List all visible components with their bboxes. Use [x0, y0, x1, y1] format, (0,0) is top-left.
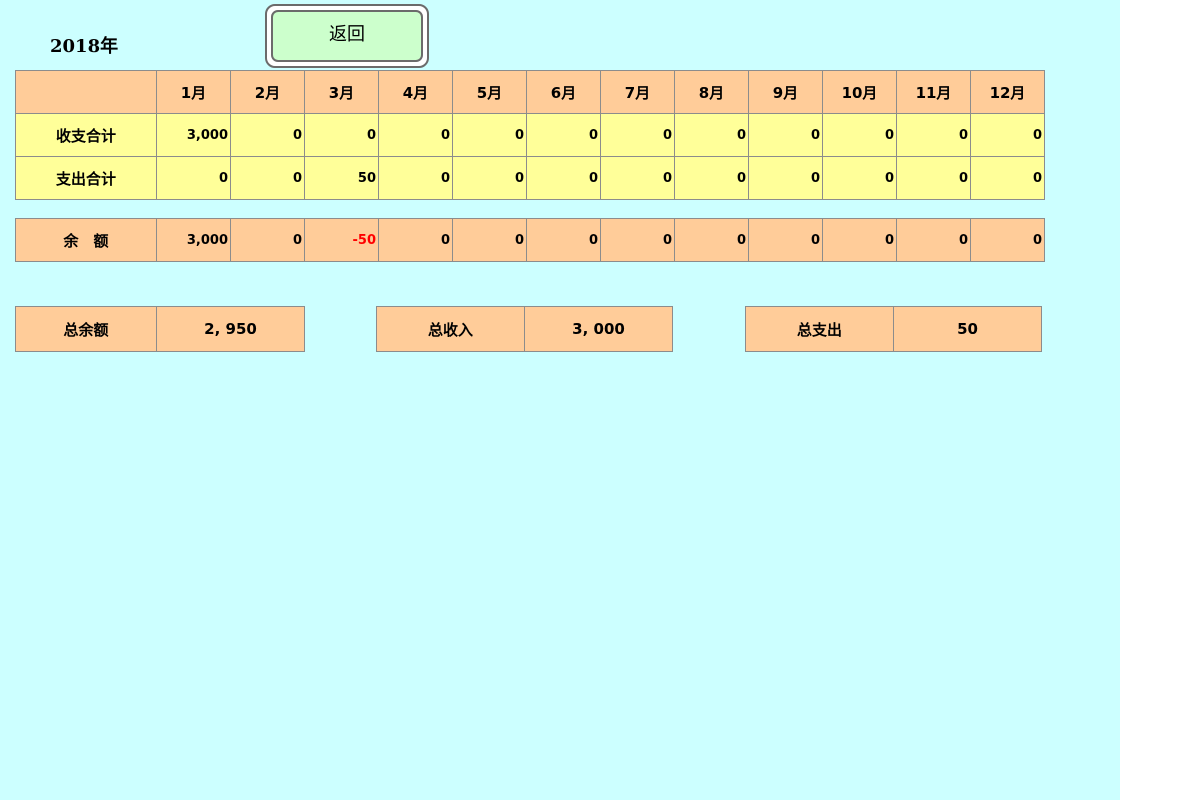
balance-cell[interactable]: 0 — [600, 218, 675, 262]
total-expense-label: 总支出 — [745, 306, 894, 352]
year-title: 2018年 — [50, 36, 119, 57]
expense-total-cell[interactable]: 50 — [304, 156, 379, 200]
total-balance-box: 总余额 2, 950 — [15, 306, 305, 352]
header-corner-cell — [15, 70, 157, 114]
worksheet-canvas: 2018年 返回 1月 2月 3月 4月 5月 6月 7月 8月 9月 10月 … — [0, 0, 1120, 800]
income-total-cell[interactable]: 0 — [526, 113, 601, 157]
month-header: 11月 — [896, 70, 971, 114]
expense-total-cell[interactable]: 0 — [822, 156, 897, 200]
month-header: 2月 — [230, 70, 305, 114]
balance-cell[interactable]: 0 — [896, 218, 971, 262]
income-total-cell[interactable]: 0 — [674, 113, 749, 157]
month-header: 10月 — [822, 70, 897, 114]
balance-cell-negative[interactable]: -50 — [304, 218, 379, 262]
row-label-balance: 余 额 — [15, 218, 157, 262]
month-header: 9月 — [748, 70, 823, 114]
total-balance-label: 总余额 — [15, 306, 157, 352]
income-total-cell[interactable]: 3,000 — [156, 113, 231, 157]
expense-total-cell[interactable]: 0 — [156, 156, 231, 200]
month-header: 3月 — [304, 70, 379, 114]
expense-total-cell[interactable]: 0 — [230, 156, 305, 200]
income-total-cell[interactable]: 0 — [896, 113, 971, 157]
expense-total-cell[interactable]: 0 — [600, 156, 675, 200]
total-expense-box: 总支出 50 — [745, 306, 1042, 352]
month-header: 7月 — [600, 70, 675, 114]
total-income-label: 总收入 — [376, 306, 525, 352]
month-header: 12月 — [970, 70, 1045, 114]
month-header: 1月 — [156, 70, 231, 114]
balance-row: 余 额 3,000 0 -50 0 0 0 0 0 0 0 0 0 — [15, 218, 1045, 262]
income-total-cell[interactable]: 0 — [452, 113, 527, 157]
expense-total-cell[interactable]: 0 — [452, 156, 527, 200]
total-income-box: 总收入 3, 000 — [376, 306, 673, 352]
expense-total-cell[interactable]: 0 — [526, 156, 601, 200]
expense-total-cell[interactable]: 0 — [896, 156, 971, 200]
expense-total-row: 支出合计 0 0 50 0 0 0 0 0 0 0 0 0 — [15, 156, 1045, 200]
balance-cell[interactable]: 0 — [452, 218, 527, 262]
income-total-cell[interactable]: 0 — [822, 113, 897, 157]
balance-cell[interactable]: 0 — [970, 218, 1045, 262]
total-expense-value[interactable]: 50 — [893, 306, 1042, 352]
income-total-cell[interactable]: 0 — [600, 113, 675, 157]
back-button[interactable]: 返回 — [265, 4, 429, 68]
row-label-income-total: 收支合计 — [15, 113, 157, 157]
expense-total-cell[interactable]: 0 — [970, 156, 1045, 200]
balance-cell[interactable]: 0 — [748, 218, 823, 262]
back-button-label: 返回 — [271, 10, 423, 62]
monthly-summary-table: 1月 2月 3月 4月 5月 6月 7月 8月 9月 10月 11月 12月 收… — [15, 70, 1045, 200]
balance-cell[interactable]: 0 — [822, 218, 897, 262]
balance-cell[interactable]: 0 — [674, 218, 749, 262]
month-header: 8月 — [674, 70, 749, 114]
total-balance-value[interactable]: 2, 950 — [156, 306, 305, 352]
expense-total-cell[interactable]: 0 — [378, 156, 453, 200]
row-label-expense-total: 支出合计 — [15, 156, 157, 200]
month-header: 4月 — [378, 70, 453, 114]
income-total-cell[interactable]: 0 — [304, 113, 379, 157]
income-total-cell[interactable]: 0 — [230, 113, 305, 157]
balance-cell[interactable]: 0 — [230, 218, 305, 262]
income-total-cell[interactable]: 0 — [970, 113, 1045, 157]
month-header: 6月 — [526, 70, 601, 114]
expense-total-cell[interactable]: 0 — [674, 156, 749, 200]
balance-cell[interactable]: 0 — [526, 218, 601, 262]
expense-total-cell[interactable]: 0 — [748, 156, 823, 200]
month-header: 5月 — [452, 70, 527, 114]
total-income-value[interactable]: 3, 000 — [524, 306, 673, 352]
income-total-cell[interactable]: 0 — [748, 113, 823, 157]
month-header-row: 1月 2月 3月 4月 5月 6月 7月 8月 9月 10月 11月 12月 — [15, 70, 1045, 114]
balance-cell[interactable]: 3,000 — [156, 218, 231, 262]
balance-cell[interactable]: 0 — [378, 218, 453, 262]
monthly-balance-table: 余 额 3,000 0 -50 0 0 0 0 0 0 0 0 0 — [15, 218, 1045, 262]
income-total-row: 收支合计 3,000 0 0 0 0 0 0 0 0 0 0 0 — [15, 113, 1045, 157]
income-total-cell[interactable]: 0 — [378, 113, 453, 157]
